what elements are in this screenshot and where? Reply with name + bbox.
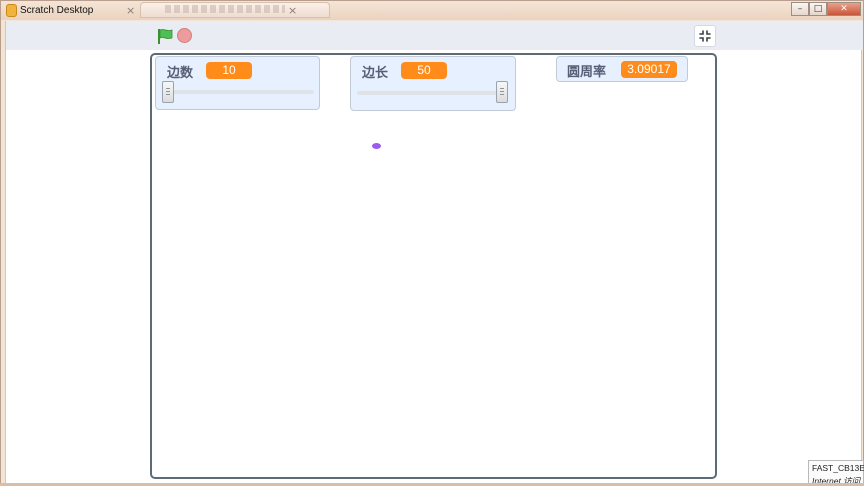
stage-toolbar	[6, 21, 863, 50]
status-line-1: FAST_CB13EE	[812, 463, 864, 473]
scratch-app-icon	[6, 4, 17, 17]
window-controls: – □ ✕	[791, 2, 861, 16]
monitor-value: 50	[401, 62, 447, 79]
exit-fullscreen-icon	[699, 30, 711, 42]
monitor-sides: 边数 10	[155, 56, 320, 110]
monitor-label: 边数	[167, 66, 194, 81]
monitor-value: 10	[206, 62, 252, 79]
window-title: Scratch Desktop	[20, 5, 94, 16]
maximize-button[interactable]: □	[809, 2, 827, 16]
monitor-label: 圆周率	[567, 65, 607, 80]
slider-track[interactable]	[164, 90, 314, 94]
client-area: 边数 10 边长 50 圆周率 3.09017	[5, 21, 863, 484]
exit-fullscreen-button[interactable]	[694, 25, 716, 47]
close-window-button[interactable]: ✕	[827, 2, 861, 16]
sprite[interactable]	[372, 143, 381, 149]
green-flag-icon[interactable]	[156, 28, 174, 44]
monitor-label: 边长	[362, 66, 389, 81]
stage[interactable]: 边数 10 边长 50 圆周率 3.09017	[150, 53, 717, 479]
monitor-side-length: 边长 50	[350, 56, 516, 111]
stop-sign-icon[interactable]	[177, 28, 192, 43]
title-bar: Scratch Desktop – □ ✕	[1, 1, 864, 21]
slider-thumb[interactable]	[496, 81, 508, 103]
monitor-value: 3.09017	[621, 61, 677, 78]
monitor-pi: 圆周率 3.09017	[556, 56, 688, 82]
slider-track[interactable]	[357, 91, 507, 95]
minimize-button[interactable]: –	[791, 2, 809, 16]
slider-thumb[interactable]	[162, 81, 174, 103]
app-window: Scratch Desktop – □ ✕ 边数 10 边长 50 圆周率 3.…	[0, 0, 864, 486]
